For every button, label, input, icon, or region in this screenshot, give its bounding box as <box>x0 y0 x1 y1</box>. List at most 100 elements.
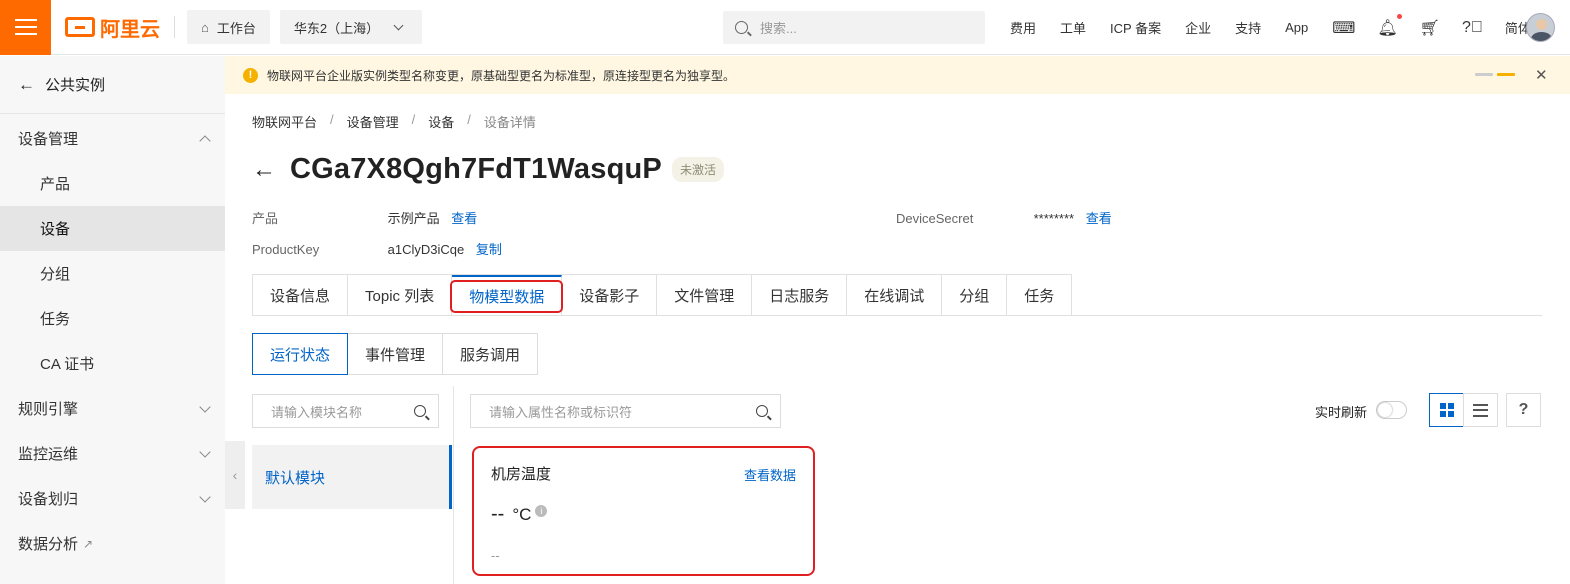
chevron-down-icon <box>199 400 211 413</box>
warning-icon: ! <box>243 67 258 83</box>
banner-pager[interactable] <box>1475 73 1519 76</box>
region-selector[interactable]: 华东2（上海） <box>279 10 423 44</box>
tab-online-debug[interactable]: 在线调试 <box>847 275 943 316</box>
tab-device-shadow[interactable]: 设备影子 <box>562 275 658 316</box>
subtab-running-status[interactable]: 运行状态 <box>252 333 349 375</box>
nav-link-app[interactable]: App <box>1285 20 1308 35</box>
collapse-handle[interactable]: ‹ <box>225 441 245 509</box>
sidebar-group-allot[interactable]: 设备划归 <box>0 476 225 521</box>
module-item-default[interactable]: 默认模块 <box>252 445 452 509</box>
breadcrumb-item[interactable]: 设备 <box>428 112 454 131</box>
grid-view-icon <box>1439 403 1454 417</box>
sidebar-item-label: 数据分析 <box>18 536 79 553</box>
nav-link-support[interactable]: 支持 <box>1235 18 1261 37</box>
card-view-button[interactable] <box>1429 393 1464 427</box>
property-card: 机房温度 查看数据 -- °C i -- <box>472 446 815 576</box>
sidebar-item-task[interactable]: 任务 <box>0 296 225 341</box>
sidebar-group-device-mgmt[interactable]: 设备管理 <box>0 116 225 161</box>
bell-icon[interactable]: 🔔︎ <box>1377 13 1402 38</box>
realtime-refresh-toggle[interactable] <box>1376 401 1407 419</box>
sidebar-item-label: 产品 <box>40 176 71 193</box>
tab-task[interactable]: 任务 <box>1007 275 1072 316</box>
aliyun-logo-icon <box>65 17 95 37</box>
sidebar-item-analytics[interactable]: 数据分析 ↗ <box>0 521 225 566</box>
cart-icon[interactable]: 🛒︎ <box>1420 18 1440 38</box>
sidebar-item-group[interactable]: 分组 <box>0 251 225 296</box>
announcement-banner: ! 物联网平台企业版实例类型名称变更，原基础型更名为标准型，原连接型更名为独享型… <box>225 56 1570 94</box>
view-data-link[interactable]: 查看数据 <box>744 465 796 484</box>
help-button[interactable]: ? <box>1506 393 1541 427</box>
device-tabs: 设备信息 Topic 列表 物模型数据 设备影子 文件管理 日志服务 在线调试 … <box>252 274 1073 316</box>
close-icon[interactable]: ✕ <box>1535 66 1548 84</box>
nav-link-icp[interactable]: ICP 备案 <box>1110 18 1161 37</box>
copy-productkey-link[interactable]: 复制 <box>476 242 502 257</box>
back-to-instances[interactable]: ← 公共实例 <box>0 56 225 114</box>
tab-tsl-data[interactable]: 物模型数据 <box>450 275 564 316</box>
breadcrumb-separator: / <box>467 112 471 127</box>
status-badge: 未激活 <box>671 157 724 182</box>
sidebar-group-label: 规则引擎 <box>18 401 79 418</box>
nav-link-ticket[interactable]: 工单 <box>1060 18 1086 37</box>
module-search-placeholder: 请输入模块名称 <box>271 404 363 420</box>
view-product-link[interactable]: 查看 <box>451 211 477 226</box>
sidebar-item-ca-cert[interactable]: CA 证书 <box>0 341 225 386</box>
back-label: 公共实例 <box>45 77 106 94</box>
breadcrumb: 物联网平台 / 设备管理 / 设备 / 设备详情 <box>252 112 536 131</box>
module-search-input[interactable]: 请输入模块名称 <box>252 394 439 428</box>
user-avatar[interactable] <box>1526 13 1555 42</box>
view-secret-link[interactable]: 查看 <box>1086 211 1112 226</box>
meta-value: a1ClyD3iCqe <box>387 242 465 257</box>
tab-group[interactable]: 分组 <box>942 275 1008 316</box>
sidebar-group-monitor[interactable]: 监控运维 <box>0 431 225 476</box>
subtab-event-mgmt[interactable]: 事件管理 <box>347 333 444 375</box>
page-header: ← CGa7X8Qgh7FdT1WasquP 未激活 <box>252 153 724 186</box>
tab-log-service[interactable]: 日志服务 <box>752 275 848 316</box>
meta-devicesecret: DeviceSecret ******** 查看 <box>896 208 1112 227</box>
aliyun-logo[interactable]: 阿里云 <box>65 13 160 42</box>
property-title: 机房温度 <box>491 466 552 483</box>
breadcrumb-item[interactable]: 设备管理 <box>347 112 399 131</box>
subtabs: 运行状态 事件管理 服务调用 <box>252 333 539 375</box>
global-search-input[interactable]: 搜索... <box>723 11 985 44</box>
list-view-button[interactable] <box>1463 393 1498 427</box>
breadcrumb-current: 设备详情 <box>483 115 536 130</box>
sidebar-item-device[interactable]: 设备 <box>0 206 225 251</box>
sidebar-item-label: 设备 <box>40 221 71 238</box>
terminal-icon[interactable]: ⌨ <box>1332 18 1355 38</box>
nav-link-enterprise[interactable]: 企业 <box>1185 18 1211 37</box>
list-view-icon <box>1473 403 1488 417</box>
hamburger-menu-button[interactable] <box>0 0 51 55</box>
region-label: 华东2（上海） <box>293 20 380 36</box>
menu-icon <box>14 26 37 28</box>
sidebar-item-product[interactable]: 产品 <box>0 161 225 206</box>
pager-dot[interactable] <box>1475 73 1493 76</box>
attribute-search-input[interactable]: 请输入属性名称或标识符 <box>470 394 781 428</box>
subtab-service-call[interactable]: 服务调用 <box>442 333 539 375</box>
nav-link-billing[interactable]: 费用 <box>1010 18 1036 37</box>
chevron-down-icon <box>199 490 211 503</box>
realtime-refresh-label: 实时刷新 <box>1315 405 1368 420</box>
property-value-text: -- <box>491 503 505 525</box>
sidebar-group-rules[interactable]: 规则引擎 <box>0 386 225 431</box>
page-title: CGa7X8Qgh7FdT1WasquP <box>290 153 662 185</box>
info-icon[interactable]: i <box>535 505 548 517</box>
search-icon <box>414 405 426 417</box>
chevron-down-icon <box>393 20 404 30</box>
sidebar-group-label: 设备管理 <box>18 131 79 148</box>
workbench-button[interactable]: ⌂ 工作台 <box>187 10 270 44</box>
breadcrumb-item[interactable]: 物联网平台 <box>252 112 317 131</box>
search-icon <box>735 21 748 34</box>
top-nav-bar: 阿里云 ⌂ 工作台 华东2（上海） 搜索... 费用 工单 ICP 备案 企业 … <box>0 0 1570 55</box>
help-icon[interactable]: ?⃝ <box>1462 19 1483 37</box>
tab-device-info[interactable]: 设备信息 <box>253 275 349 316</box>
divider <box>174 16 175 38</box>
search-placeholder: 搜索... <box>760 21 797 36</box>
workbench-label: 工作台 <box>216 20 256 36</box>
meta-label: 产品 <box>252 211 279 226</box>
tab-file-mgmt[interactable]: 文件管理 <box>657 275 753 316</box>
search-icon <box>756 405 768 417</box>
tab-topic-list[interactable]: Topic 列表 <box>348 275 453 316</box>
back-arrow-icon[interactable]: ← <box>252 156 276 184</box>
sidebar-item-label: 分组 <box>40 266 71 283</box>
pager-dot-active[interactable] <box>1497 73 1515 76</box>
